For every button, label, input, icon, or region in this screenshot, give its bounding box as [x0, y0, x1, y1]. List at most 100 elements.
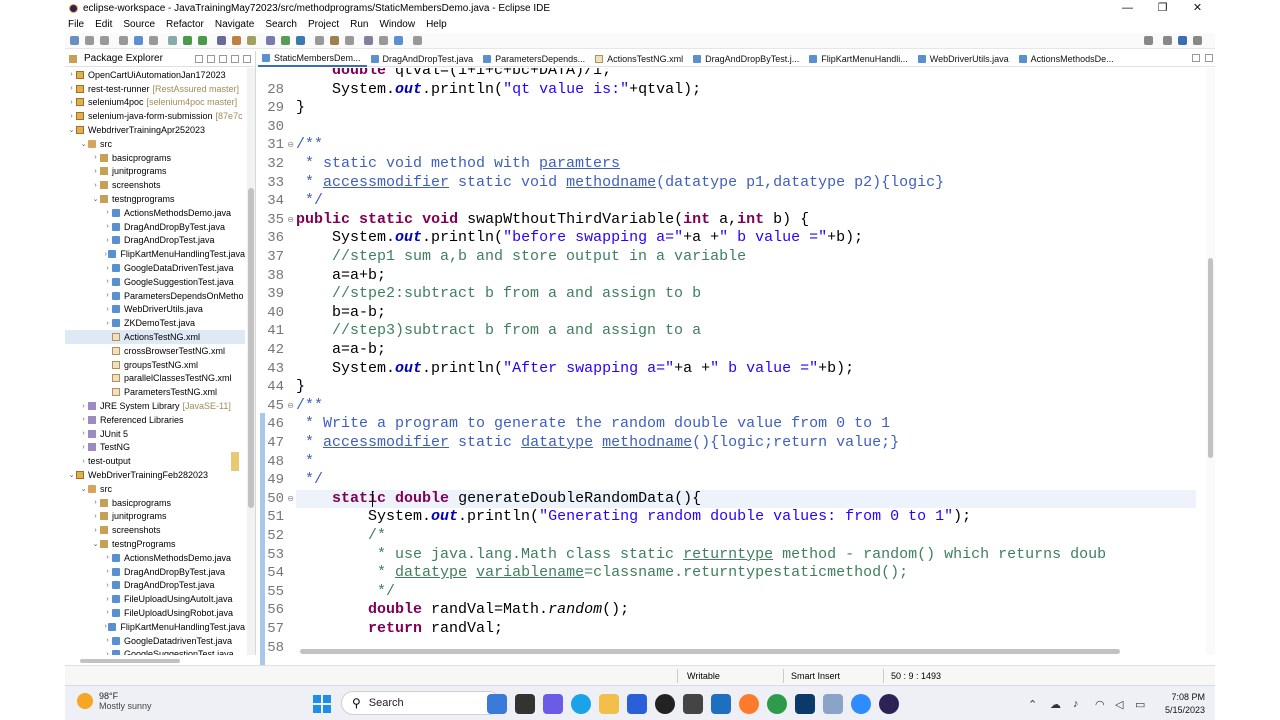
- chevron-right-icon[interactable]: ›: [103, 292, 112, 299]
- scroll-thumb[interactable]: [80, 659, 180, 663]
- tree-item[interactable]: › basicprograms: [65, 496, 245, 510]
- tree-item[interactable]: › ActionsMethodsDemo.java: [65, 551, 245, 565]
- editor-tab[interactable]: WebDriverUtils.java: [914, 51, 1015, 67]
- tree-item[interactable]: › DragAndDropByTest.java: [65, 220, 245, 234]
- maximize-view-icon[interactable]: [243, 54, 251, 63]
- code-line[interactable]: return randVal;: [296, 620, 1196, 639]
- chevron-right-icon[interactable]: ›: [79, 403, 88, 410]
- chevron-right-icon[interactable]: ›: [67, 99, 76, 106]
- chevron-right-icon[interactable]: ›: [103, 582, 112, 589]
- toolbar-button-icon[interactable]: [247, 36, 256, 45]
- code-line[interactable]: b=a-b;: [296, 304, 1196, 323]
- edge-icon[interactable]: [571, 694, 591, 714]
- minimize-editor-icon[interactable]: [1192, 54, 1200, 62]
- menu-refactor[interactable]: Refactor: [166, 19, 204, 30]
- chevron-right-icon[interactable]: ›: [79, 430, 88, 437]
- toolbar-button-icon[interactable]: [413, 36, 422, 45]
- code-line[interactable]: //step1 sum a,b and store output in a va…: [296, 248, 1196, 267]
- tree-item[interactable]: › ZKDemoTest.java: [65, 316, 245, 330]
- tree-item[interactable]: › OpenCartUiAutomationJan172023: [65, 68, 245, 82]
- windows-start-icon[interactable]: [313, 695, 331, 713]
- tree-item[interactable]: crossBrowserTestNG.xml: [65, 344, 245, 358]
- chevron-right-icon[interactable]: ›: [103, 237, 112, 244]
- code-line[interactable]: double qtval=(1+i+c+bc+DATA)/i;: [296, 68, 1196, 81]
- fold-toggle-icon[interactable]: ⊖: [287, 211, 294, 230]
- tree-item[interactable]: › basicprograms: [65, 151, 245, 165]
- app-icon[interactable]: [795, 694, 815, 714]
- menu-edit[interactable]: Edit: [95, 19, 112, 30]
- menu-source[interactable]: Source: [123, 19, 155, 30]
- toolbar-button-icon[interactable]: [296, 36, 305, 45]
- toolbar-button-icon[interactable]: [70, 36, 79, 45]
- chevron-right-icon[interactable]: ›: [91, 499, 100, 506]
- tree-item[interactable]: › FileUploadUsingAutoIt.java: [65, 592, 245, 606]
- toolbar-button-icon[interactable]: [266, 36, 275, 45]
- toolbar-button-icon[interactable]: [198, 36, 207, 45]
- code-line[interactable]: public static void swapWthoutThirdVariab…: [296, 211, 1196, 230]
- tree-item[interactable]: › DragAndDropTest.java: [65, 234, 245, 248]
- tree-item[interactable]: › screenshots: [65, 523, 245, 537]
- tree-item[interactable]: › selenium4poc [selenium4poc master]: [65, 96, 245, 110]
- toolbar-button-icon[interactable]: [364, 36, 373, 45]
- chevron-right-icon[interactable]: ›: [79, 444, 88, 451]
- fold-toggle-icon[interactable]: ⊖: [287, 136, 294, 155]
- chevron-right-icon[interactable]: ›: [103, 223, 112, 230]
- chevron-down-icon[interactable]: ⌄: [91, 195, 100, 203]
- code-line[interactable]: * use java.lang.Math class static return…: [296, 546, 1196, 565]
- code-line[interactable]: * accessmodifier static datatype methodn…: [296, 434, 1196, 453]
- file-explorer-icon[interactable]: [599, 694, 619, 714]
- tree-item[interactable]: ⌄ testngprograms: [65, 192, 245, 206]
- dell-icon[interactable]: [655, 694, 675, 714]
- battery-icon[interactable]: ▭: [1135, 698, 1145, 711]
- collapse-all-icon[interactable]: [195, 54, 203, 63]
- chevron-right-icon[interactable]: ›: [103, 568, 112, 575]
- app-icon[interactable]: [711, 694, 731, 714]
- tree-vertical-scrollbar[interactable]: [247, 68, 255, 655]
- tree-item[interactable]: ParametersTestNG.xml: [65, 385, 245, 399]
- tree-item[interactable]: groupsTestNG.xml: [65, 358, 245, 372]
- tree-item[interactable]: › GoogleDatadrivenTest.java: [65, 634, 245, 648]
- tree-item[interactable]: › WebDriverUtils.java: [65, 303, 245, 317]
- tree-item[interactable]: › selenium-java-form-submission [87e7c: [65, 109, 245, 123]
- minimize-view-icon[interactable]: [231, 54, 239, 63]
- volume-icon[interactable]: ◁: [1115, 698, 1123, 711]
- editor-tab[interactable]: DragAndDropByTest.j...: [689, 51, 805, 67]
- tree-item[interactable]: ⌄ WebdriverTrainingApr252023: [65, 123, 245, 137]
- code-line[interactable]: * datatype variablename=classname.return…: [296, 564, 1196, 583]
- tree-item[interactable]: › GoogleSuggestionTest.java: [65, 647, 245, 655]
- chevron-right-icon[interactable]: ›: [67, 113, 76, 120]
- menu-search[interactable]: Search: [265, 19, 297, 30]
- chevron-down-icon[interactable]: ⌄: [79, 140, 88, 148]
- chevron-right-icon[interactable]: ›: [103, 306, 112, 313]
- chevron-right-icon[interactable]: ›: [91, 154, 100, 161]
- tree-item[interactable]: › ParametersDependsOnMetho: [65, 289, 245, 303]
- editor-horizontal-scrollbar[interactable]: [296, 647, 1196, 655]
- tree-item[interactable]: › FileUploadUsingRobot.java: [65, 606, 245, 620]
- code-line[interactable]: System.out.println("before swapping a="+…: [296, 229, 1196, 248]
- tree-item[interactable]: › DragAndDropTest.java: [65, 578, 245, 592]
- perspective-icon[interactable]: [1193, 36, 1202, 45]
- status-insert-mode[interactable]: Smart Insert: [791, 671, 840, 681]
- fold-toggle-icon[interactable]: ⊖: [287, 397, 294, 416]
- chevron-right-icon[interactable]: ›: [103, 265, 112, 272]
- teams-chat-icon[interactable]: [543, 694, 563, 714]
- perspective-icon[interactable]: [1178, 36, 1187, 45]
- tree-item[interactable]: ActionsTestNG.xml: [65, 330, 245, 344]
- code-line[interactable]: }: [296, 99, 1196, 118]
- chevron-right-icon[interactable]: ›: [103, 637, 112, 644]
- tree-item[interactable]: › junitprograms: [65, 510, 245, 524]
- app-icon[interactable]: [823, 694, 843, 714]
- code-line[interactable]: a=a+b;: [296, 267, 1196, 286]
- chevron-right-icon[interactable]: ›: [103, 609, 112, 616]
- chevron-right-icon[interactable]: ›: [91, 527, 100, 534]
- code-line[interactable]: System.out.println("After swapping a="+a…: [296, 360, 1196, 379]
- app-icon[interactable]: [683, 694, 703, 714]
- scroll-thumb[interactable]: [248, 188, 254, 508]
- toolbar-button-icon[interactable]: [217, 36, 226, 45]
- chrome-icon[interactable]: [767, 694, 787, 714]
- zoom-icon[interactable]: [851, 694, 871, 714]
- eclipse-taskbar-icon[interactable]: [879, 694, 899, 714]
- editor-vertical-scrollbar[interactable]: [1206, 68, 1215, 655]
- tree-item[interactable]: › test-output: [65, 451, 245, 471]
- toolbar-button-icon[interactable]: [134, 36, 143, 45]
